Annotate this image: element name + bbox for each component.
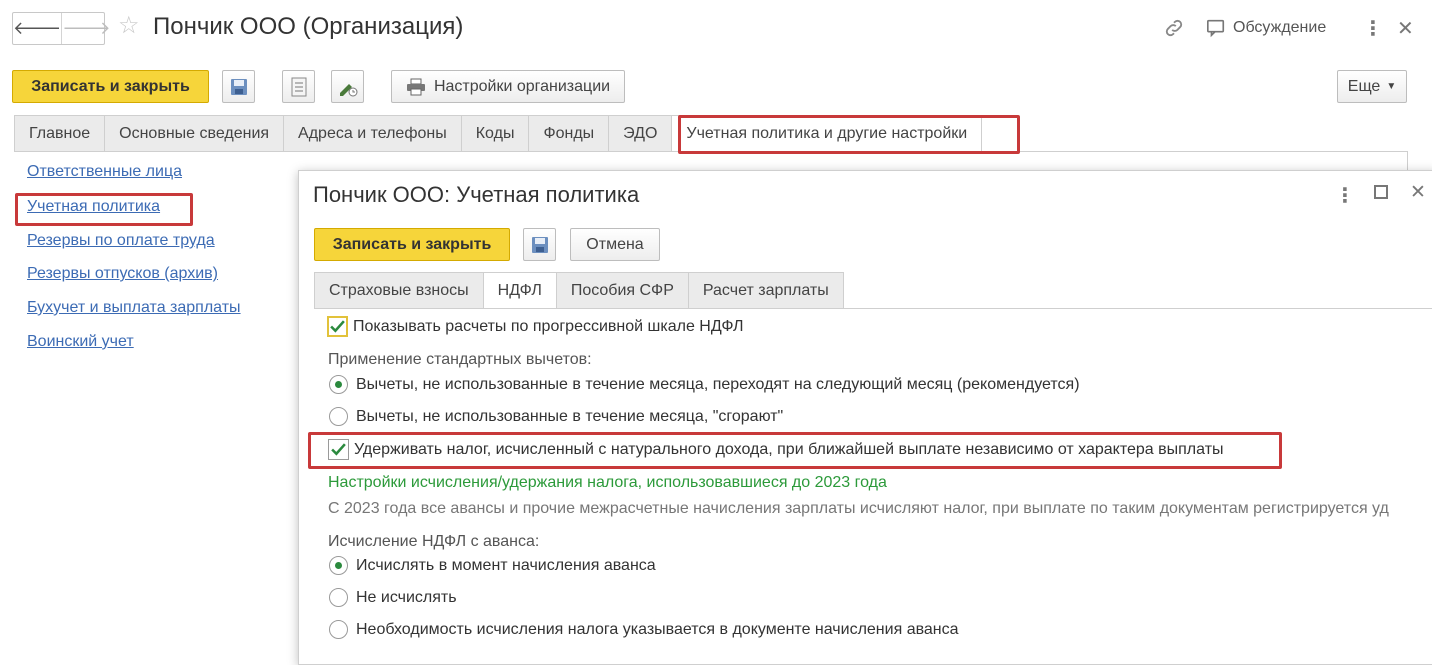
save-button[interactable] [222,70,255,103]
deduction-option-1-row: Вычеты, не использованные в течение меся… [329,375,1080,394]
natural-income-row: Удерживать налог, исчисленный с натураль… [328,439,1224,460]
progressive-scale-label: Показывать расчеты по прогрессивной шкал… [353,317,744,335]
tab-funds[interactable]: Фонды [529,115,610,152]
tab-benefits[interactable]: Пособия СФР [556,272,689,309]
sidebar-link-payroll-reserves[interactable]: Резервы по оплате труда [27,232,215,250]
more-label: Еще [1347,77,1381,95]
dialog-tab-divider [314,308,1432,309]
org-settings-label: Настройки организации [433,77,611,95]
tab-edo[interactable]: ЭДО [609,115,673,152]
progressive-scale-row: Показывать расчеты по прогрессивной шкал… [327,316,743,337]
advance-header: Исчисление НДФЛ с аванса: [328,533,540,550]
window-title: Пончик ООО (Организация) [153,13,464,40]
advance-option-1-label: Исчислять в момент начисления аванса [356,556,656,574]
advance-option-3-label: Необходимость исчисления налога указывае… [356,620,959,638]
discussion-icon [1207,19,1225,38]
dialog-close-icon[interactable]: ✕ [1410,181,1426,204]
sidebar-link-military[interactable]: Воинский учет [27,333,134,351]
dialog-title: Пончик ООО: Учетная политика [313,182,640,207]
close-icon[interactable]: ✕ [1397,16,1414,40]
deduction-option-2-radio[interactable] [329,407,348,426]
info-text: С 2023 года все авансы и прочие межрасче… [328,500,1389,517]
advance-option-3-radio[interactable] [329,620,348,639]
dialog-save-close-button[interactable]: Записать и закрыть [314,228,510,261]
favorite-star-icon[interactable]: ☆ [118,14,140,38]
dialog-tabs: Страховые взносы НДФЛ Пособия СФР Расчет… [314,272,844,309]
tab-accounting-policy[interactable]: Учетная политика и другие настройки [672,115,983,152]
dialog-save-button[interactable] [523,228,556,261]
cancel-button[interactable]: Отмена [570,228,660,261]
advance-option-2-row: Не исчислять [329,588,457,607]
nav-group: 🡐 🡒 [12,12,111,45]
forward-arrow-icon[interactable]: 🡒 [61,13,111,44]
org-settings-button[interactable]: Настройки организации [391,70,625,103]
tab-codes[interactable]: Коды [461,115,530,152]
sidebar-link-vacation-reserves[interactable]: Резервы отпусков (архив) [27,265,218,283]
back-arrow-icon[interactable]: 🡐 [13,13,61,44]
deduction-option-2-row: Вычеты, не использованные в течение меся… [329,407,783,426]
document-list-icon [291,77,306,96]
dialog-more-icon[interactable]: ⋮ [1335,183,1355,208]
discussion-button[interactable]: Обсуждение [1205,16,1326,40]
more-button[interactable]: Еще ▼ [1337,70,1407,103]
tab-insurance[interactable]: Страховые взносы [314,272,484,309]
tab-basic-info[interactable]: Основные сведения [105,115,285,152]
std-deductions-header: Применение стандартных вычетов: [328,351,592,368]
edit-history-button[interactable] [331,70,364,103]
tab-main[interactable]: Главное [14,115,106,152]
link-icon[interactable] [1163,16,1185,40]
tab-ndfl[interactable]: НДФЛ [483,272,557,309]
advance-option-2-label: Не исчислять [356,588,457,606]
sidebar-link-accounting-policy[interactable]: Учетная политика [27,198,160,216]
save-and-close-button[interactable]: Записать и закрыть [12,70,209,103]
maximize-icon[interactable] [1374,185,1388,199]
sidebar-link-responsible[interactable]: Ответственные лица [27,163,182,181]
more-menu-icon[interactable]: ⋮ [1363,16,1383,40]
pen-clock-icon [339,83,357,96]
deduction-option-1-label: Вычеты, не использованные в течение меся… [356,375,1080,393]
advance-option-1-radio[interactable] [329,556,348,575]
tab-addresses[interactable]: Адреса и телефоны [284,115,462,152]
advance-option-3-row: Необходимость исчисления налога указывае… [329,620,959,639]
main-tabs: Главное Основные сведения Адреса и телеф… [14,115,983,152]
deduction-option-1-radio[interactable] [329,375,348,394]
progressive-scale-checkbox[interactable] [327,316,348,337]
floppy-disk-icon [531,236,548,253]
printer-icon [406,78,425,95]
discussion-label: Обсуждение [1233,19,1327,36]
report-button[interactable] [282,70,315,103]
chevron-down-icon: ▼ [1386,81,1397,92]
pre-2023-settings-link[interactable]: Настройки исчисления/удержания налога, и… [328,474,887,492]
advance-option-1-row: Исчислять в момент начисления аванса [329,556,656,575]
accounting-policy-dialog: Пончик ООО: Учетная политика ⋮ ✕ Записат… [298,170,1432,665]
advance-option-2-radio[interactable] [329,588,348,607]
tab-payroll-calc[interactable]: Расчет зарплаты [688,272,844,309]
deduction-option-2-label: Вычеты, не использованные в течение меся… [356,407,784,425]
natural-income-label: Удерживать налог, исчисленный с натураль… [354,440,1224,458]
floppy-disk-icon [230,78,247,95]
sidebar-link-accounting-payout[interactable]: Бухучет и выплата зарплаты [27,299,241,317]
tab-divider [14,151,1408,152]
natural-income-checkbox[interactable] [328,439,349,460]
